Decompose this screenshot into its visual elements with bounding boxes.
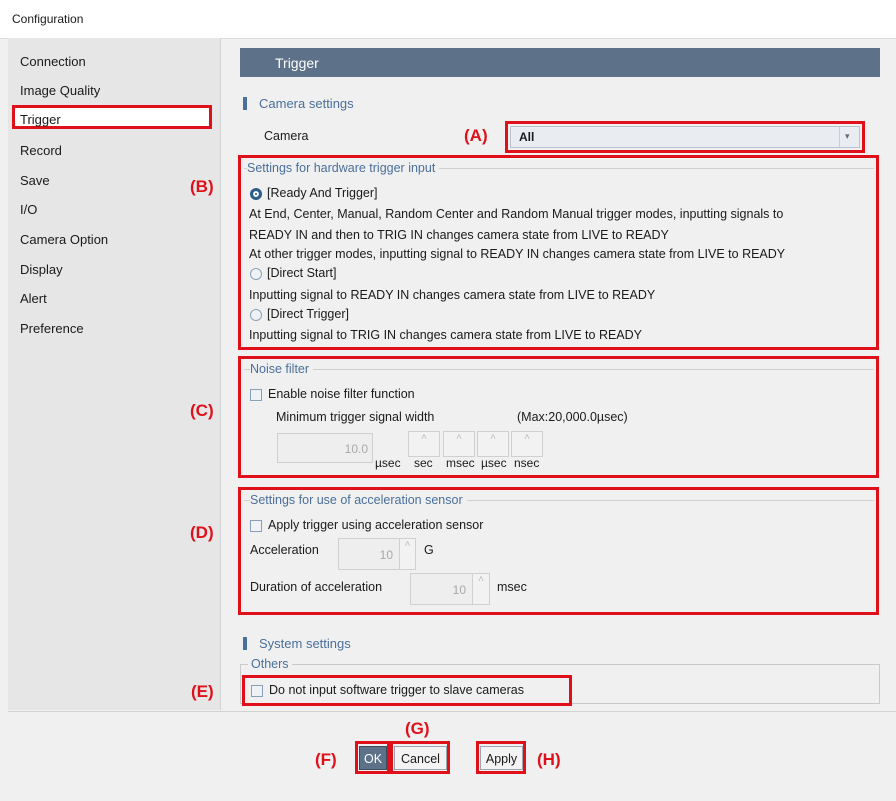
radio-direct-trigger[interactable]	[250, 309, 262, 321]
radio-ready-and-trigger[interactable]	[250, 188, 262, 200]
enable-noise-filter-checkbox[interactable]	[250, 389, 262, 401]
apply-button[interactable]: Apply	[480, 746, 523, 770]
direct-trigger-label: [Direct Trigger]	[267, 307, 349, 321]
ok-button[interactable]: OK	[359, 746, 387, 770]
chevron-down-icon: ▾	[845, 131, 850, 141]
sidebar-item-camera-option[interactable]: Camera Option	[20, 232, 108, 247]
camera-select[interactable]: All ▾	[510, 126, 860, 148]
camera-settings-label: Camera settings	[259, 96, 354, 111]
sidebar-item-preference[interactable]: Preference	[20, 321, 84, 336]
camera-label: Camera	[264, 129, 309, 143]
min-width-label: Minimum trigger signal width	[276, 410, 435, 424]
nsec-spinner[interactable]	[511, 431, 543, 457]
apply-accel-checkbox[interactable]	[250, 520, 262, 532]
acceleration-input[interactable]: 10	[338, 538, 400, 570]
system-settings-label: System settings	[259, 636, 351, 651]
group-rule	[244, 369, 874, 370]
radio-direct-start[interactable]	[250, 268, 262, 280]
ready-and-trigger-desc3: At other trigger modes, inputting signal…	[249, 247, 786, 261]
sidebar-item-io[interactable]: I/O	[20, 202, 37, 217]
acceleration-label: Acceleration	[250, 543, 319, 557]
enable-noise-filter-label: Enable noise filter function	[268, 387, 415, 401]
sidebar-item-trigger[interactable]: Trigger	[20, 112, 61, 127]
no-software-trigger-checkbox[interactable]	[251, 685, 263, 697]
sidebar-item-connection[interactable]: Connection	[20, 54, 86, 69]
sidebar: Connection Image Quality Trigger Record …	[8, 38, 221, 710]
ready-and-trigger-desc1: At End, Center, Manual, Random Center an…	[249, 207, 784, 221]
page-title: Trigger	[275, 55, 319, 71]
select-divider	[839, 127, 840, 147]
no-software-trigger-label: Do not input software trigger to slave c…	[269, 683, 524, 697]
max-value-label: (Max:20,000.0µsec)	[517, 410, 628, 424]
accel-legend: Settings for use of acceleration sensor	[250, 493, 467, 507]
acceleration-unit: G	[424, 543, 434, 557]
others-legend: Others	[248, 657, 292, 671]
callout-e: (E)	[191, 682, 214, 701]
duration-label: Duration of acceleration	[250, 580, 383, 594]
callout-h: (H)	[537, 750, 561, 769]
sidebar-item-image-quality[interactable]: Image Quality	[20, 83, 100, 98]
direct-trigger-desc: Inputting signal to TRIG IN changes came…	[249, 328, 643, 342]
msec-spinner[interactable]	[443, 431, 475, 457]
callout-b: (B)	[190, 177, 214, 196]
spin-label-usec: µsec	[481, 456, 507, 470]
callout-g: (G)	[405, 719, 430, 738]
ready-and-trigger-desc2: READY IN and then to TRIG IN changes cam…	[249, 228, 669, 242]
spin-label-nsec: nsec	[514, 456, 540, 470]
duration-stepper[interactable]	[472, 573, 490, 605]
hw-trigger-legend: Settings for hardware trigger input	[247, 161, 440, 175]
spin-label-msec: msec	[446, 456, 475, 470]
callout-c: (C)	[190, 401, 214, 420]
sidebar-item-alert[interactable]: Alert	[20, 291, 47, 306]
sidebar-item-record[interactable]: Record	[20, 143, 62, 158]
apply-accel-label: Apply trigger using acceleration sensor	[268, 518, 484, 532]
page-header: Trigger	[240, 48, 880, 77]
duration-input[interactable]: 10	[410, 573, 473, 605]
camera-select-value: All	[519, 130, 535, 144]
usec-spinner[interactable]	[477, 431, 509, 457]
callout-d: (D)	[190, 523, 214, 542]
footer-divider	[8, 711, 896, 712]
noise-filter-legend: Noise filter	[250, 362, 314, 376]
callout-f: (F)	[315, 750, 337, 769]
cancel-button[interactable]: Cancel	[394, 746, 447, 770]
direct-start-desc: Inputting signal to READY IN changes cam…	[249, 288, 656, 302]
window-title: Configuration	[12, 12, 84, 26]
min-width-input[interactable]: 10.0	[277, 433, 373, 463]
section-marker	[243, 97, 247, 110]
title-bar: Configuration	[0, 0, 896, 39]
ready-and-trigger-label: [Ready And Trigger]	[267, 186, 378, 200]
acceleration-stepper[interactable]	[399, 538, 416, 570]
direct-start-label: [Direct Start]	[267, 266, 337, 280]
sec-spinner[interactable]	[408, 431, 440, 457]
sidebar-item-display[interactable]: Display	[20, 262, 63, 277]
min-width-unit: µsec	[375, 456, 401, 470]
callout-a: (A)	[464, 126, 488, 145]
section-marker	[243, 637, 247, 650]
duration-unit: msec	[497, 580, 527, 594]
sidebar-item-save[interactable]: Save	[20, 173, 50, 188]
spin-label-sec: sec	[414, 456, 433, 470]
